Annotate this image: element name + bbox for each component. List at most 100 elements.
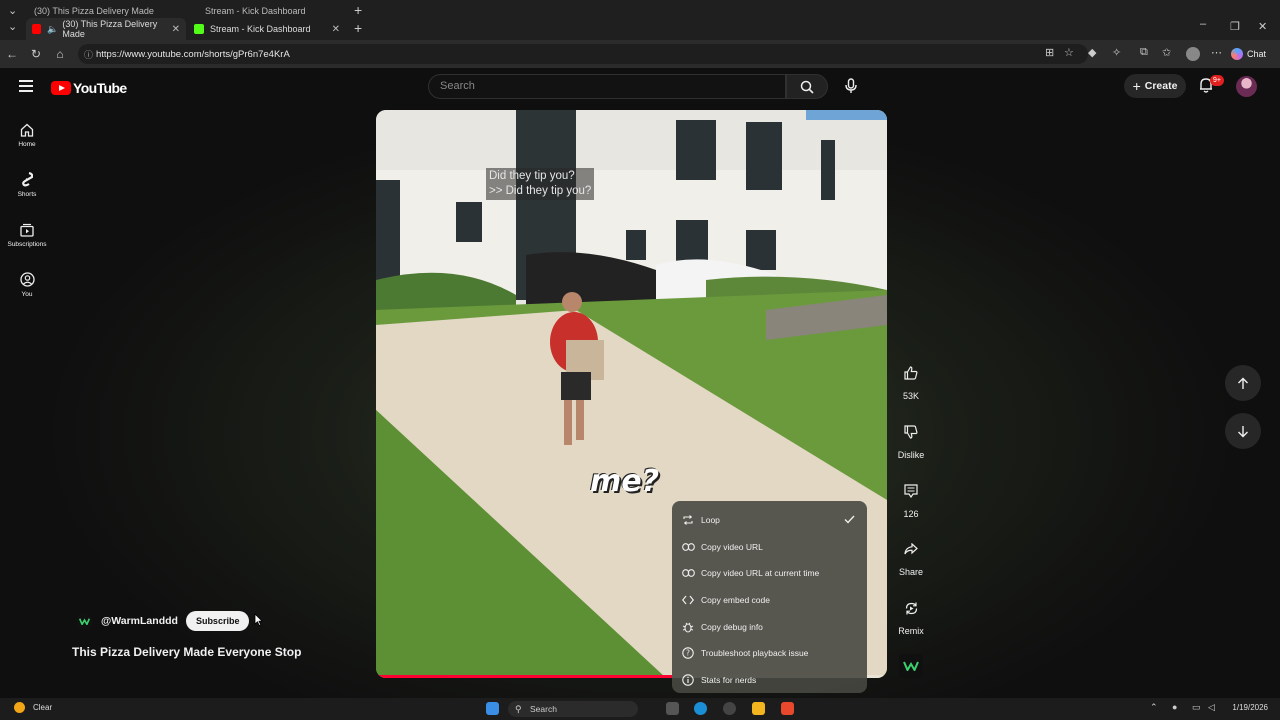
speaker-icon[interactable]: 🔈 xyxy=(47,24,58,35)
edge-browser-icon[interactable] xyxy=(694,702,707,715)
profile-avatar-icon[interactable] xyxy=(1186,47,1200,61)
account-avatar[interactable] xyxy=(1236,76,1257,97)
split-screen-icon[interactable]: ⧉ xyxy=(1140,46,1148,59)
search-input[interactable]: Search xyxy=(428,74,786,99)
hamburger-menu-icon[interactable] xyxy=(19,80,33,92)
warmland-logo-icon xyxy=(903,661,919,671)
tab-search-icon[interactable]: ⌄ xyxy=(8,4,17,17)
file-explorer-icon[interactable] xyxy=(752,702,765,715)
create-label: Create xyxy=(1144,80,1178,92)
tab-youtube-short[interactable]: 🔈 (30) This Pizza Delivery Made ✕ xyxy=(26,18,186,40)
sidebar-item-subscriptions[interactable]: Subscriptions xyxy=(0,210,54,260)
volume-icon[interactable]: ◁ xyxy=(1208,702,1215,713)
close-tab-icon[interactable]: ✕ xyxy=(332,24,340,35)
brave-browser-icon[interactable] xyxy=(781,702,794,715)
sidebar-item-you[interactable]: You xyxy=(0,260,54,310)
youtube-logo[interactable]: YouTube xyxy=(51,80,127,96)
svg-text:?: ? xyxy=(686,649,690,658)
url-field[interactable]: ⓘ https://www.youtube.com/shorts/gPr6n7e… xyxy=(78,44,1088,64)
minimize-icon[interactable]: – xyxy=(1200,18,1206,30)
site-info-icon[interactable]: ⓘ xyxy=(84,48,93,61)
mini-guide-sidebar: Home Shorts Subscriptions You xyxy=(0,110,54,310)
remix-button[interactable]: Remix xyxy=(893,595,929,654)
shorts-navigation xyxy=(1225,365,1261,461)
taskbar-date[interactable]: 1/19/2026 xyxy=(1232,703,1268,712)
previous-short-button[interactable] xyxy=(1225,365,1261,401)
more-menu-icon[interactable]: ⋯ xyxy=(1211,46,1222,59)
close-window-icon[interactable]: ✕ xyxy=(1258,20,1267,33)
menu-item-troubleshoot-playback[interactable]: ? Troubleshoot playback issue xyxy=(672,640,867,667)
channel-thumbnail-button[interactable] xyxy=(899,654,923,678)
sidebar-item-home[interactable]: Home xyxy=(0,110,54,160)
tab-label: Stream - Kick Dashboard xyxy=(210,24,311,34)
sidebar-item-shorts[interactable]: Shorts xyxy=(0,160,54,210)
help-icon: ? xyxy=(681,646,695,660)
video-progress-fill xyxy=(376,675,673,678)
youtube-play-logo-icon xyxy=(51,81,71,95)
menu-item-copy-debug-info[interactable]: Copy debug info xyxy=(672,613,867,640)
ghost-tab-label: (30) This Pizza Delivery Made xyxy=(34,6,154,16)
menu-item-label: Stats for nerds xyxy=(701,674,757,685)
close-tab-icon[interactable]: ✕ xyxy=(172,24,180,35)
favorite-star-icon[interactable]: ☆ xyxy=(1064,46,1074,59)
weather-label: Clear xyxy=(33,703,53,712)
menu-item-copy-embed-code[interactable]: Copy embed code xyxy=(672,587,867,614)
windows-taskbar: Clear ⚲ Search ⌃ ● ▭ ◁ 1/19/2026 xyxy=(0,698,1280,720)
home-browser-icon[interactable]: ⌂ xyxy=(48,47,72,61)
channel-name[interactable]: @WarmLanddd xyxy=(101,615,178,627)
comment-count: 126 xyxy=(903,508,919,519)
youtube-logo-text: YouTube xyxy=(73,80,127,96)
thumbs-up-icon xyxy=(898,360,924,386)
tray-app-icon[interactable]: ● xyxy=(1172,702,1177,712)
back-icon[interactable]: ← xyxy=(0,47,24,61)
link-icon xyxy=(681,566,695,580)
youtube-header: YouTube Search + Create 9+ xyxy=(0,68,1280,108)
new-tab-icon[interactable]: + xyxy=(354,20,362,36)
maximize-icon[interactable]: ❐ xyxy=(1230,20,1240,33)
address-bar-row: ← ↻ ⌂ ⓘ https://www.youtube.com/shorts/g… xyxy=(0,40,1280,68)
loop-icon xyxy=(681,513,695,527)
extension-icon[interactable]: ◆ xyxy=(1088,46,1096,59)
subscribe-button[interactable]: Subscribe xyxy=(185,611,250,631)
warmland-logo-icon xyxy=(79,617,90,625)
comments-button[interactable]: 126 xyxy=(893,478,929,537)
taskbar-search[interactable]: ⚲ Search xyxy=(508,701,638,717)
share-button[interactable]: Share xyxy=(893,536,929,595)
extensions-puzzle-icon[interactable]: ✧ xyxy=(1112,46,1121,59)
next-short-button[interactable] xyxy=(1225,413,1261,449)
remix-label: Remix xyxy=(898,626,924,637)
menu-item-label: Copy embed code xyxy=(701,595,770,606)
reload-icon[interactable]: ↻ xyxy=(24,47,48,61)
dislike-button[interactable]: Dislike xyxy=(893,419,929,478)
menu-item-loop[interactable]: Loop xyxy=(672,507,867,534)
tab-actions-icon[interactable]: ⌄ xyxy=(8,20,17,33)
obs-icon[interactable] xyxy=(723,702,736,715)
windows-start-icon[interactable] xyxy=(486,702,499,715)
menu-item-copy-video-url[interactable]: Copy video URL xyxy=(672,534,867,561)
shorts-action-bar: 53K Dislike 126 Share Remix xyxy=(893,360,929,654)
info-icon xyxy=(681,673,695,687)
subscriptions-icon xyxy=(20,223,34,237)
browser-tab-strip: (30) This Pizza Delivery Made Stream - K… xyxy=(0,0,1280,40)
network-icon[interactable]: ▭ xyxy=(1192,702,1201,713)
weather-widget[interactable]: Clear xyxy=(14,702,52,713)
voice-search-button[interactable] xyxy=(836,71,866,101)
favorites-icon[interactable]: ✩ xyxy=(1162,46,1171,59)
menu-item-copy-url-at-time[interactable]: Copy video URL at current time xyxy=(672,560,867,587)
new-tab-ghost-icon: + xyxy=(354,2,363,18)
like-button[interactable]: 53K xyxy=(893,360,929,419)
channel-avatar[interactable] xyxy=(76,612,93,630)
app-available-icon[interactable]: ⊞ xyxy=(1045,46,1054,59)
create-button[interactable]: + Create xyxy=(1124,74,1186,98)
menu-item-stats-for-nerds[interactable]: Stats for nerds xyxy=(672,667,867,694)
tab-label: (30) This Pizza Delivery Made xyxy=(62,19,158,39)
copilot-chat-button[interactable]: Chat xyxy=(1227,45,1272,63)
task-view-icon[interactable] xyxy=(666,702,679,715)
short-title[interactable]: This Pizza Delivery Made Everyone Stop xyxy=(72,645,301,659)
tab-kick-dashboard[interactable]: Stream - Kick Dashboard ✕ xyxy=(188,18,346,40)
comment-icon xyxy=(898,478,924,504)
ghost-tab-label: Stream - Kick Dashboard xyxy=(205,6,306,16)
search-button[interactable] xyxy=(786,74,828,99)
tray-expand-icon[interactable]: ⌃ xyxy=(1150,702,1158,713)
like-count: 53K xyxy=(902,391,919,401)
